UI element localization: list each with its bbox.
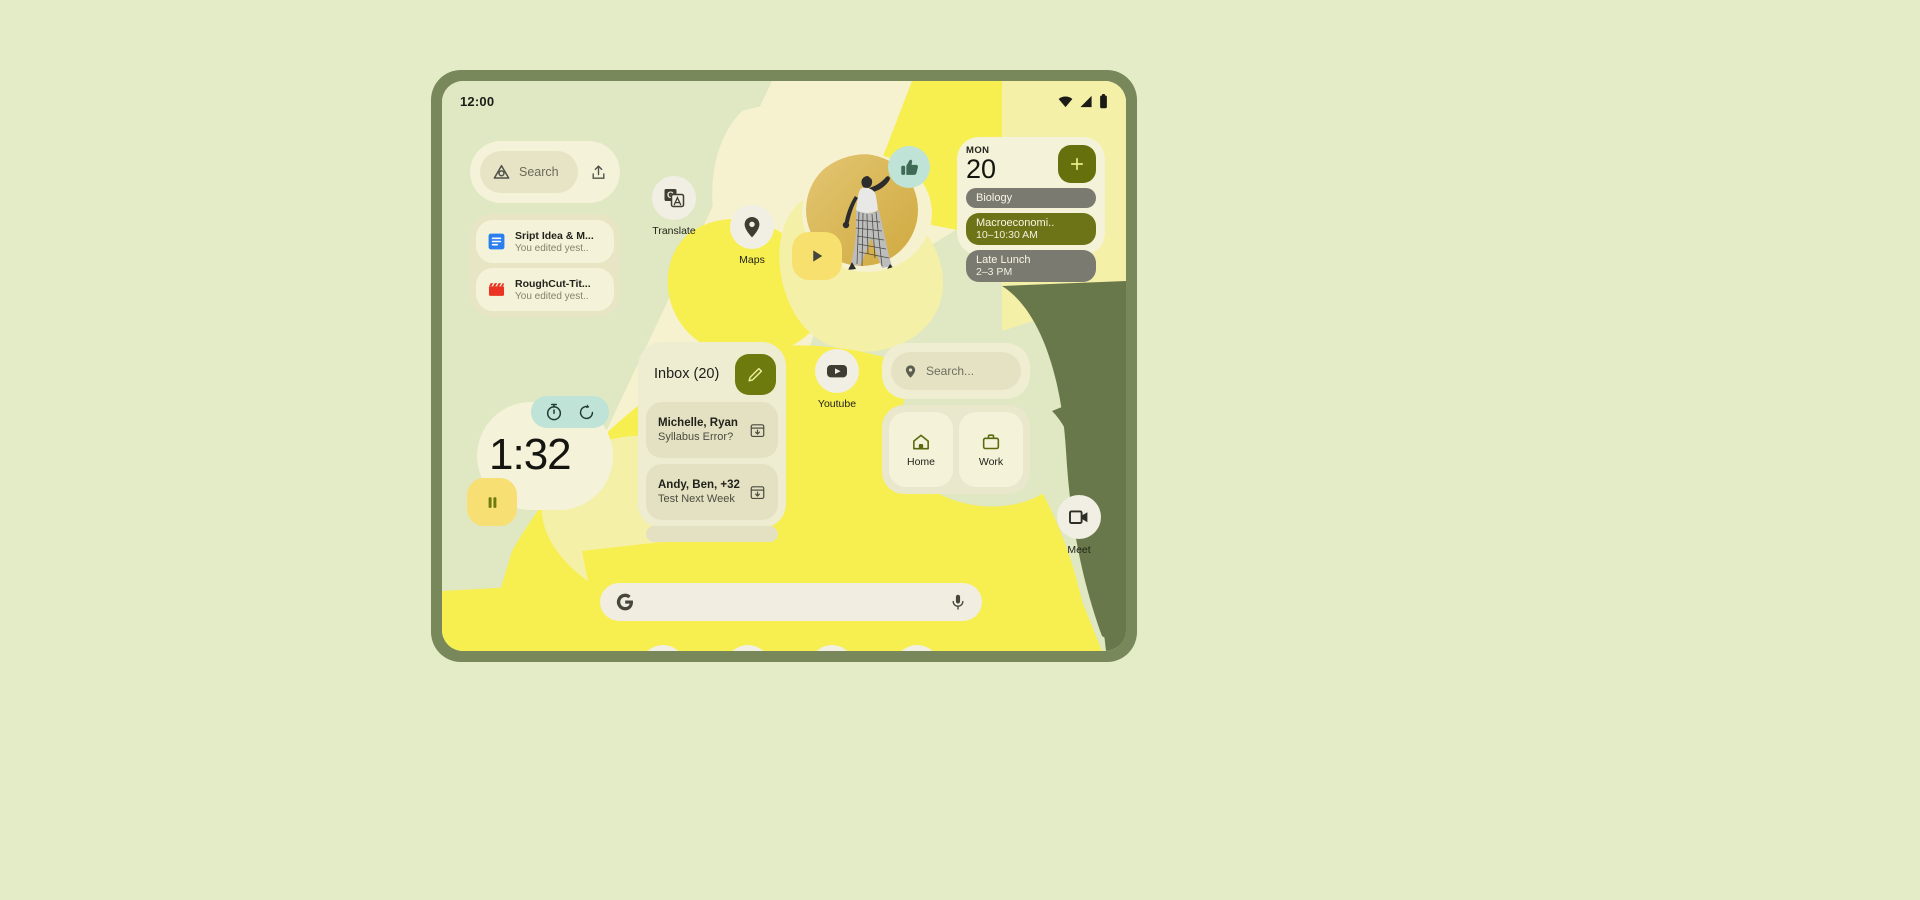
gmail-email-row[interactable]: Andy, Ben, +32 Test Next Week <box>646 464 778 520</box>
drive-file-title: Sript Idea & M... <box>515 229 594 242</box>
docs-icon <box>488 233 505 250</box>
drive-search-input[interactable]: Search <box>480 151 578 193</box>
archive-icon[interactable] <box>749 484 766 501</box>
calendar-event[interactable]: Macroeconomi.. 10–10:30 AM <box>966 213 1096 245</box>
dock-item-youtube[interactable] <box>640 645 686 651</box>
dock <box>640 643 940 651</box>
add-event-button[interactable] <box>1058 145 1096 183</box>
reset-icon[interactable] <box>577 403 596 422</box>
youtube-icon <box>815 349 859 393</box>
thumbs-up-button[interactable] <box>888 146 930 188</box>
gmail-email-row[interactable]: Michelle, Ryan Syllabus Error? <box>646 402 778 458</box>
app-shortcut-meet[interactable]: Meet <box>1050 495 1108 556</box>
maps-search-input[interactable]: Search... <box>891 352 1021 390</box>
translate-icon: G <box>652 176 696 220</box>
calendar-day-number: 20 <box>966 154 997 184</box>
drive-icon <box>493 164 510 179</box>
status-icons-group <box>1058 93 1108 109</box>
play-button[interactable] <box>792 232 842 280</box>
dock-item-drive[interactable] <box>724 645 771 651</box>
drive-file-row[interactable]: Sript Idea & M... You edited yest.. <box>476 220 614 263</box>
device-screen: 12:00 Search Sript Idea & M... You edite… <box>442 81 1126 651</box>
maps-search-widget[interactable]: Search... <box>882 343 1030 399</box>
maps-shortcut-label: Home <box>906 455 935 468</box>
dock-item-chrome[interactable] <box>809 645 856 651</box>
wifi-icon <box>1058 95 1073 107</box>
drive-search-widget[interactable]: Search <box>470 141 620 203</box>
app-label: Translate <box>652 225 696 237</box>
plus-icon <box>1070 157 1084 171</box>
app-shortcut-maps[interactable]: Maps <box>723 205 781 266</box>
upload-icon[interactable] <box>586 160 610 184</box>
clapperboard-icon <box>488 283 505 296</box>
app-label: Meet <box>1067 544 1091 556</box>
drive-file-subtitle: You edited yest.. <box>515 290 589 302</box>
calendar-header: MON 20 <box>966 145 1096 183</box>
gmail-header: Inbox (20) <box>646 350 778 396</box>
briefcase-icon <box>982 433 1000 449</box>
app-label: Maps <box>739 254 765 266</box>
gmail-inbox-widget: Inbox (20) Michelle, Ryan Syllabus Error… <box>638 342 786 542</box>
status-time: 12:00 <box>460 93 495 109</box>
drive-files-widget: Sript Idea & M... You edited yest.. Roug… <box>470 214 620 317</box>
timer-display: 1:32 <box>489 430 572 479</box>
calendar-widget: MON 20 Biology Macroeconomi.. 10–10:30 A… <box>957 137 1105 282</box>
thumbs-up-icon <box>900 159 918 175</box>
drive-file-row[interactable]: RoughCut-Tit... You edited yest.. <box>476 268 614 311</box>
battery-icon <box>1100 93 1107 108</box>
home-icon <box>913 434 929 449</box>
archive-icon[interactable] <box>749 422 766 439</box>
device-frame: 12:00 Search Sript Idea & M... You edite… <box>431 70 1137 662</box>
pause-icon[interactable] <box>467 478 517 526</box>
dock-item-gmail[interactable] <box>893 645 940 651</box>
google-search-bar[interactable] <box>600 583 982 621</box>
pencil-icon <box>748 367 763 382</box>
timer-widget: 1:32 <box>467 396 627 526</box>
drive-file-title: RoughCut-Tit... <box>515 277 591 290</box>
drive-file-subtitle: You edited yest.. <box>515 242 589 254</box>
gmail-sender: Michelle, Ryan <box>658 417 738 429</box>
calendar-event-time: 10–10:30 AM <box>976 229 1038 241</box>
calendar-event[interactable]: Late Lunch 2–3 PM <box>966 250 1096 282</box>
play-icon <box>813 250 823 262</box>
stopwatch-icon[interactable] <box>544 402 564 422</box>
location-pin-icon <box>905 364 916 378</box>
status-bar: 12:00 <box>442 81 1126 121</box>
calendar-event-title: Macroeconomi.. <box>976 217 1055 229</box>
maps-shortcut-home[interactable]: Home <box>889 412 953 487</box>
calendar-event-time: 2–3 PM <box>976 266 1013 278</box>
drive-search-placeholder: Search <box>519 165 559 179</box>
google-g-icon <box>616 593 633 611</box>
app-shortcut-youtube[interactable]: Youtube <box>808 349 866 410</box>
gmail-inbox-title: Inbox (20) <box>654 366 720 382</box>
compose-button[interactable] <box>735 353 776 395</box>
meet-icon <box>1057 495 1101 539</box>
media-card <box>792 146 942 281</box>
microphone-icon[interactable] <box>949 593 967 611</box>
calendar-event[interactable]: Biology <box>966 188 1096 208</box>
maps-shortcut-label: Work <box>978 455 1004 468</box>
calendar-event-title: Biology <box>976 192 1013 204</box>
gmail-subject: Test Next Week <box>658 493 735 505</box>
maps-search-placeholder: Search... <box>926 364 975 378</box>
gmail-sender: Andy, Ben, +32 <box>658 479 740 491</box>
app-label: Youtube <box>817 398 857 410</box>
maps-pin-icon <box>730 205 774 249</box>
maps-shortcuts-widget: Home Work <box>882 405 1030 494</box>
gmail-next-row-peek <box>646 526 778 542</box>
calendar-event-title: Late Lunch <box>976 254 1031 266</box>
timer-mode-toggle[interactable] <box>531 396 609 428</box>
gmail-subject: Syllabus Error? <box>658 431 734 443</box>
app-shortcut-translate[interactable]: G Translate <box>645 176 703 237</box>
maps-shortcut-work[interactable]: Work <box>959 412 1023 487</box>
cell-signal-icon <box>1080 95 1092 107</box>
